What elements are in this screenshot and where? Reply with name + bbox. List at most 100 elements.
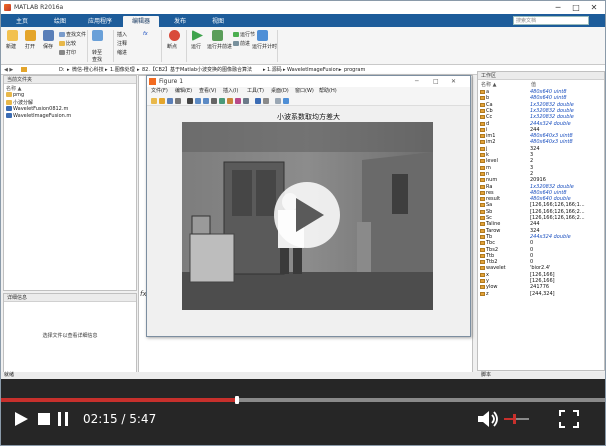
workspace-row[interactable]: m3 bbox=[478, 165, 605, 171]
workspace-row[interactable]: Ca 1x320832 double bbox=[478, 102, 605, 108]
comment-button[interactable]: 注释 bbox=[117, 40, 127, 47]
path-segment[interactable]: D: bbox=[59, 65, 65, 75]
close-button[interactable]: ✕ bbox=[585, 1, 603, 14]
save-figure-icon[interactable] bbox=[167, 98, 173, 104]
open-folder-icon[interactable] bbox=[25, 30, 36, 41]
workspace-row[interactable]: im1 480x640x3 uint8 bbox=[478, 133, 605, 139]
workspace-row[interactable]: Tb 244x324 double bbox=[478, 234, 605, 240]
zoom-in-icon[interactable] bbox=[195, 98, 201, 104]
run-advance-icon[interactable] bbox=[212, 30, 223, 41]
workspace-row[interactable]: ylow 241776 bbox=[478, 284, 605, 290]
search-icon[interactable]: ⌕ bbox=[581, 17, 584, 25]
folder-up-icon[interactable] bbox=[21, 67, 27, 72]
menu-edit[interactable]: 编辑(E) bbox=[175, 87, 192, 96]
workspace-row[interactable]: d 244x324 double bbox=[478, 121, 605, 127]
workspace-row[interactable]: Sc [126,166;126,166;2... bbox=[478, 215, 605, 221]
search-input[interactable]: 搜索文档 bbox=[513, 16, 589, 25]
tab-home[interactable]: 主页 bbox=[5, 16, 39, 27]
goto-icon[interactable] bbox=[92, 30, 103, 41]
path-segment[interactable]: 1.源码 bbox=[267, 65, 282, 75]
workspace-row[interactable]: im2 480x640x3 uint8 bbox=[478, 139, 605, 145]
open-file-icon[interactable] bbox=[159, 98, 165, 104]
save-disk-icon[interactable] bbox=[43, 30, 54, 41]
insert-button[interactable]: 插入 bbox=[117, 31, 127, 38]
workspace-row[interactable]: k3 bbox=[478, 152, 605, 158]
workspace-row[interactable]: Tbs2 0 bbox=[478, 247, 605, 253]
stop-icon[interactable] bbox=[37, 412, 51, 426]
zoom-out-icon[interactable] bbox=[203, 98, 209, 104]
breakpoint-icon[interactable] bbox=[169, 30, 180, 41]
path-segment[interactable]: 82.【CB2】基于Matlab小波变换的图像融合算法 bbox=[142, 65, 252, 75]
tab-plots[interactable]: 绘图 bbox=[43, 16, 77, 27]
list-item[interactable]: WaveletImageFusion.m bbox=[6, 113, 71, 119]
run-section-button[interactable]: 运行节 bbox=[233, 31, 255, 38]
workspace-row[interactable]: Taline 244 bbox=[478, 221, 605, 227]
workspace-row[interactable]: a 480x640 uint8 bbox=[478, 89, 605, 95]
workspace-row[interactable]: wavelet 'bior2.4' bbox=[478, 265, 605, 271]
print-button[interactable]: 打印 bbox=[59, 49, 76, 56]
tab-view[interactable]: 视图 bbox=[201, 16, 235, 27]
legend-icon[interactable] bbox=[263, 98, 269, 104]
run-time-icon[interactable] bbox=[257, 30, 268, 41]
menu-insert[interactable]: 插入(I) bbox=[223, 87, 238, 96]
rotate-icon[interactable] bbox=[219, 98, 225, 104]
path-segment[interactable]: WaveletImageFusion bbox=[287, 65, 339, 75]
print-icon[interactable] bbox=[175, 98, 181, 104]
ws-value-column[interactable]: 值 bbox=[531, 81, 536, 88]
workspace-row[interactable]: n2 bbox=[478, 171, 605, 177]
workspace-row[interactable]: Cb 1x320832 double bbox=[478, 108, 605, 114]
tab-editor[interactable]: 编辑器 bbox=[123, 16, 159, 27]
list-item[interactable]: pmg bbox=[6, 92, 24, 98]
maximize-button[interactable]: □ bbox=[567, 1, 585, 14]
menu-desktop[interactable]: 桌面(D) bbox=[271, 87, 289, 96]
colorbar-icon[interactable] bbox=[255, 98, 261, 104]
workspace-row[interactable]: Sb [126,166;126,166;2... bbox=[478, 209, 605, 215]
show-plot-tools-icon[interactable] bbox=[283, 98, 289, 104]
advance-button[interactable]: 前进 bbox=[233, 40, 250, 47]
tab-apps[interactable]: 应用程序 bbox=[81, 16, 119, 27]
compare-button[interactable]: 比较 bbox=[59, 40, 76, 47]
run-button[interactable]: 运行 bbox=[191, 43, 201, 50]
run-time-button[interactable]: 运行并计时 bbox=[252, 43, 277, 50]
workspace-row[interactable]: Tbc 0 bbox=[478, 240, 605, 246]
link-icon[interactable] bbox=[243, 98, 249, 104]
fullscreen-icon[interactable] bbox=[559, 410, 579, 428]
new-figure-icon[interactable] bbox=[151, 98, 157, 104]
new-file-icon[interactable] bbox=[7, 30, 18, 41]
workspace-row[interactable]: Sa [126,166;126,166;1... bbox=[478, 202, 605, 208]
workspace-row[interactable]: Ttb2 0 bbox=[478, 259, 605, 265]
workspace-row[interactable]: i 244 bbox=[478, 127, 605, 133]
workspace-row[interactable]: num 20916 bbox=[478, 177, 605, 183]
pause-icon[interactable] bbox=[57, 412, 69, 426]
menu-window[interactable]: 窗口(W) bbox=[295, 87, 314, 96]
path-segment[interactable]: 微信-橙心科技 bbox=[72, 65, 104, 75]
path-segment[interactable]: 1.图像处理 bbox=[110, 65, 135, 75]
name-column-header[interactable]: 名称 ▲ bbox=[6, 85, 21, 92]
workspace-row[interactable]: b 480x640 uint8 bbox=[478, 95, 605, 101]
breakpoints-button[interactable]: 断点 bbox=[167, 43, 177, 50]
workspace-row[interactable]: result 480x640 double bbox=[478, 196, 605, 202]
goto-button[interactable]: 转至 bbox=[92, 49, 102, 56]
pan-icon[interactable] bbox=[211, 98, 217, 104]
workspace-row[interactable]: z [244,324] bbox=[478, 291, 605, 297]
workspace-row[interactable]: res 480x640 uint8 bbox=[478, 190, 605, 196]
workspace-row[interactable]: j 324 bbox=[478, 146, 605, 152]
figure-minimize-button[interactable]: ─ bbox=[415, 76, 419, 87]
menu-file[interactable]: 文件(F) bbox=[151, 87, 168, 96]
find-files-button[interactable]: 查找文件 bbox=[59, 31, 86, 38]
progress-handle[interactable] bbox=[235, 396, 239, 404]
indent-button[interactable]: 缩进 bbox=[117, 49, 127, 56]
data-cursor-icon[interactable] bbox=[227, 98, 233, 104]
list-item[interactable]: WaveletFusion0812.m bbox=[6, 106, 68, 112]
run-icon[interactable] bbox=[192, 30, 203, 41]
list-item[interactable]: 小波分解 bbox=[6, 99, 33, 106]
path-segment[interactable]: program bbox=[344, 65, 365, 75]
find-button[interactable]: 查找 bbox=[92, 56, 102, 63]
new-button[interactable]: 新建 bbox=[6, 43, 16, 50]
play-icon[interactable] bbox=[13, 411, 29, 427]
figure-maximize-button[interactable]: □ bbox=[433, 76, 439, 87]
open-button[interactable]: 打开 bbox=[25, 43, 35, 50]
run-advance-button[interactable]: 运行并前进 bbox=[207, 43, 232, 50]
hide-plot-tools-icon[interactable] bbox=[275, 98, 281, 104]
workspace-row[interactable]: x [126,166] bbox=[478, 272, 605, 278]
